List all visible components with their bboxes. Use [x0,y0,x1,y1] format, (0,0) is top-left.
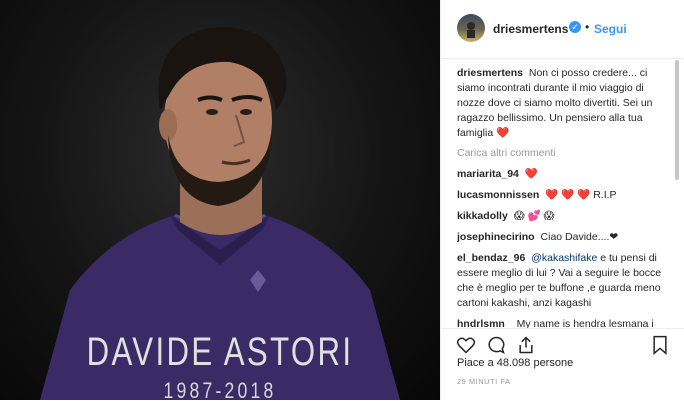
verified-badge-icon: ✓ [569,21,581,33]
post-header: driesmertens ✓ • Segui [441,0,684,59]
comments-scrollbar[interactable] [675,60,679,180]
comment-text: Ciao Davide....❤ [540,231,619,243]
comment-username[interactable]: el_bendaz_96 [457,252,525,264]
comment-item: hndrlsmn_ My name is hendra lesmana i fr… [457,317,667,328]
comment-text: R.I.P [593,189,617,201]
share-upload-icon[interactable] [516,335,536,355]
load-more-comments-link[interactable]: Carica altri commenti [457,146,667,161]
comment-username[interactable]: mariarita_94 [457,168,519,180]
post-details-panel: driesmertens ✓ • Segui driesmertens Non … [440,0,684,400]
comment-emoji: 😱 💕 😱 [513,210,555,222]
comment-item: mariarita_94 ❤️ [457,167,667,182]
post-caption: driesmertens Non ci posso credere... ci … [457,66,667,141]
comment-username[interactable]: lucasmonnissen [457,189,539,201]
bookmark-icon[interactable] [651,335,669,355]
speech-bubble-icon[interactable] [486,335,506,355]
comment-mention-link[interactable]: @kakashifake [531,252,597,264]
heart-outline-icon[interactable] [456,335,476,355]
comment-username[interactable]: josephinecirino [457,231,535,243]
comment-emoji: ❤️ ❤️ ❤️ [545,189,591,201]
photo-caption-name: DAVIDE ASTORI [86,330,354,374]
comment-username[interactable]: hndrlsmn_ [457,318,511,328]
avatar[interactable] [457,14,485,42]
follow-button[interactable]: Segui [594,22,627,36]
header-username[interactable]: driesmertens [493,22,568,36]
comment-item: kikkadolly 😱 💕 😱 [457,209,667,224]
photo-caption-years: 1987-2018 [163,378,277,400]
comment-item: el_bendaz_96 @kakashifake e tu pensi di … [457,251,667,311]
caption-heart-emoji: ❤️ [496,127,510,139]
comment-username[interactable]: kikkadolly [457,210,508,222]
likes-count[interactable]: Piace a 48.098 persone [457,357,573,369]
post-timestamp: 29 MINUTI FA [457,377,511,386]
comment-item: josephinecirino Ciao Davide....❤ [457,230,667,245]
comment-item: lucasmonnissen ❤️ ❤️ ❤️ R.I.P [457,188,667,203]
post-actions-bar: Piace a 48.098 persone 29 MINUTI FA [441,328,684,401]
comments-list: driesmertens Non ci posso credere... ci … [457,66,667,328]
comment-emoji: ❤️ [524,168,538,180]
caption-username[interactable]: driesmertens [457,67,523,79]
post-photo[interactable]: DAVIDE ASTORI 1987-2018 [0,0,440,400]
separator-dot: • [585,20,590,34]
